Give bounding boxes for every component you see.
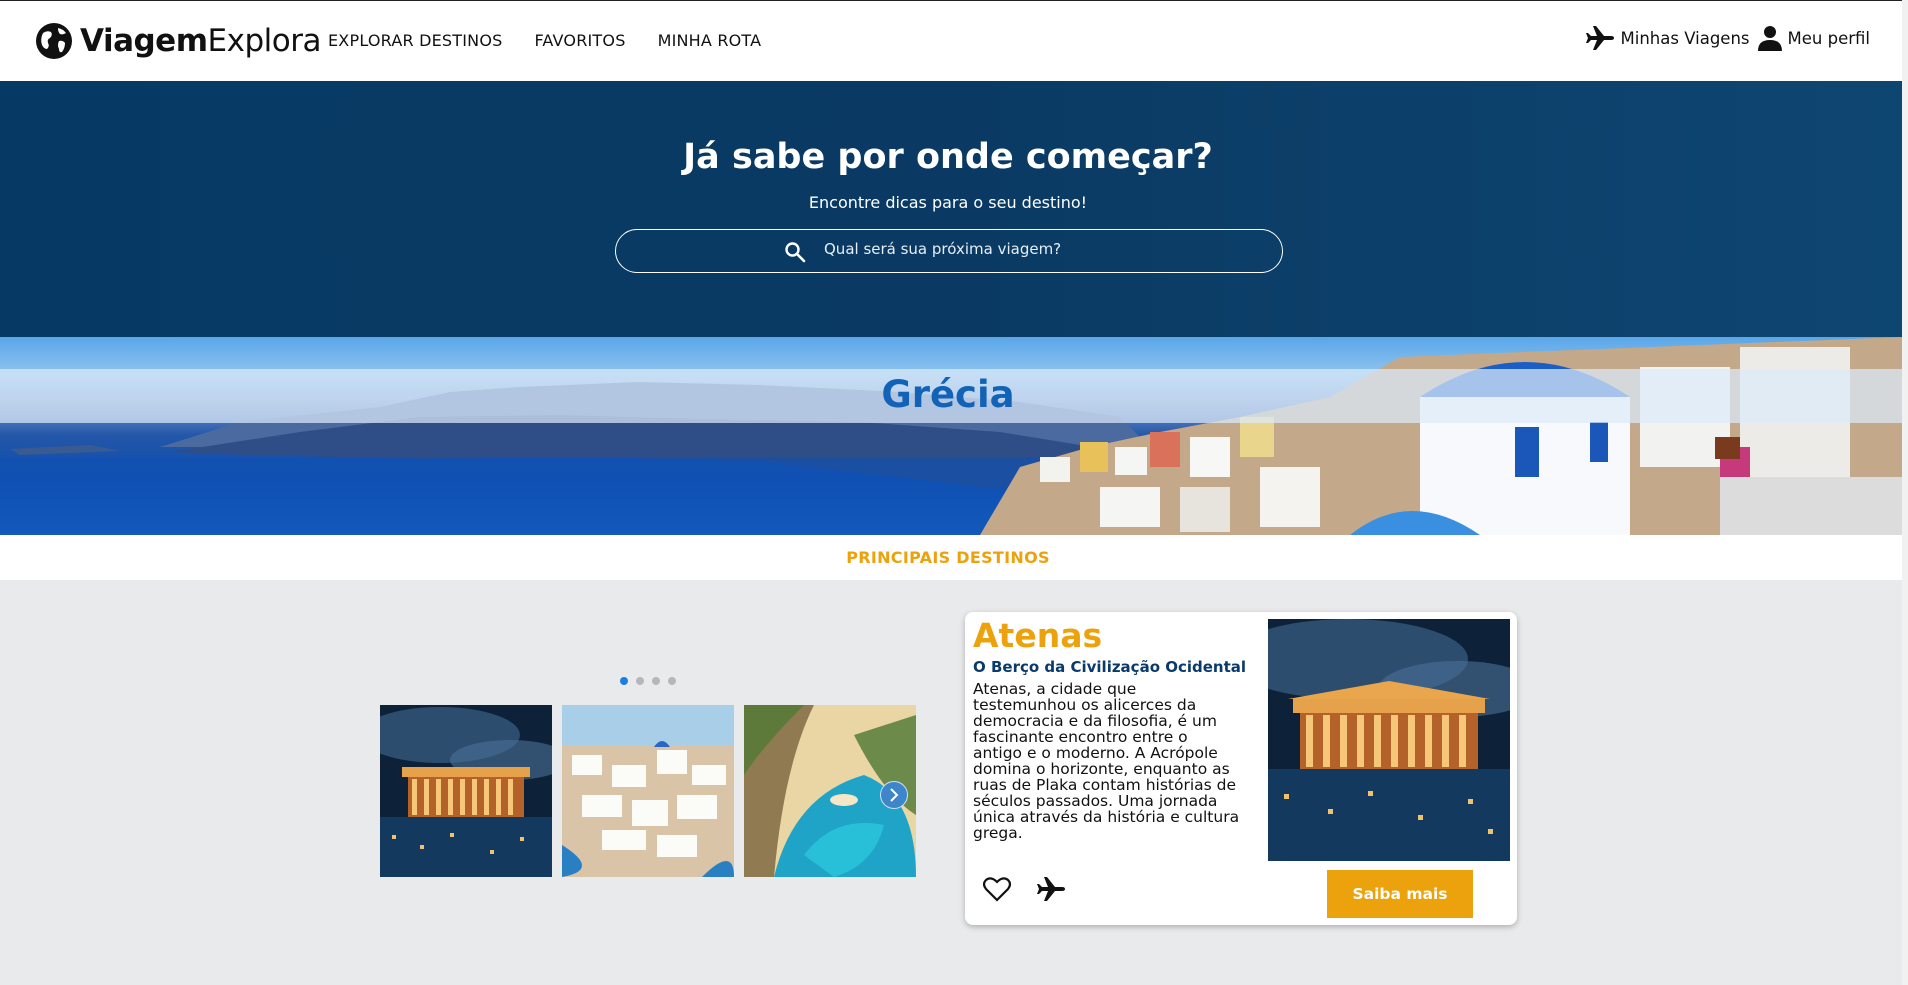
carousel-dot[interactable] <box>652 677 660 685</box>
airplane-icon <box>1585 26 1614 50</box>
carousel-thumb-santorini[interactable] <box>562 705 734 877</box>
carousel-dot[interactable] <box>636 677 644 685</box>
main-nav: EXPLORAR DESTINOS FAVORITOS MINHA ROTA <box>328 31 793 50</box>
destination-card: Atenas O Berço da Civilização Ocidental … <box>965 612 1517 925</box>
user-icon <box>1757 26 1782 51</box>
card-title: Atenas <box>973 616 1103 655</box>
user-nav: Minhas Viagens Meu perfil <box>1577 25 1870 51</box>
carousel-dot[interactable] <box>668 677 676 685</box>
santorini-landscape-image <box>0 337 1902 535</box>
search-icon[interactable] <box>784 241 806 263</box>
search-input[interactable] <box>824 240 1224 258</box>
nav-minha-rota[interactable]: MINHA ROTA <box>658 31 762 50</box>
carousel-dots <box>620 677 676 685</box>
card-description: Atenas, a cidade que testemunhou os alic… <box>973 680 1240 842</box>
logo-text: ViagemExplora <box>80 23 321 59</box>
airplane-icon[interactable] <box>1035 876 1067 902</box>
top-navbar: ViagemExplora EXPLORAR DESTINOS FAVORITO… <box>0 0 1902 81</box>
santorini-village-image <box>562 705 734 877</box>
hero-subtitle: Encontre dicas para o seu destino! <box>808 193 1088 212</box>
nav-favoritos[interactable]: FAVORITOS <box>534 31 625 50</box>
country-banner: Grécia <box>0 337 1902 535</box>
globe-icon <box>36 23 72 59</box>
card-subtitle: O Berço da Civilização Ocidental <box>973 658 1247 676</box>
profile-link[interactable]: Meu perfil <box>1757 25 1870 51</box>
destination-carousel <box>380 705 916 877</box>
chevron-right-icon <box>890 788 899 802</box>
card-actions <box>983 876 1067 902</box>
carousel-thumb-athens[interactable] <box>380 705 552 877</box>
heart-icon[interactable] <box>983 876 1011 902</box>
athens-parthenon-image <box>1268 619 1510 861</box>
banner-country-title: Grécia <box>881 373 1015 416</box>
page-scrollbar[interactable] <box>1902 0 1908 985</box>
hero-section: Já sabe por onde começar? Encontre dicas… <box>0 81 1902 337</box>
card-image <box>1268 619 1510 861</box>
hero-title: Já sabe por onde começar? <box>683 137 1213 177</box>
carousel-dot[interactable] <box>620 677 628 685</box>
profile-label: Meu perfil <box>1787 28 1870 48</box>
my-trips-label: Minhas Viagens <box>1620 28 1750 48</box>
section-header: PRINCIPAIS DESTINOS <box>0 535 1902 580</box>
carousel-next-button[interactable] <box>880 781 908 809</box>
athens-parthenon-image <box>380 705 552 877</box>
section-label: PRINCIPAIS DESTINOS <box>846 548 1050 567</box>
search-bar[interactable] <box>615 229 1283 273</box>
logo[interactable]: ViagemExplora <box>34 21 321 61</box>
my-trips-link[interactable]: Minhas Viagens <box>1585 25 1750 51</box>
nav-explorar-destinos[interactable]: EXPLORAR DESTINOS <box>328 31 502 50</box>
saiba-mais-button[interactable]: Saiba mais <box>1327 870 1473 918</box>
